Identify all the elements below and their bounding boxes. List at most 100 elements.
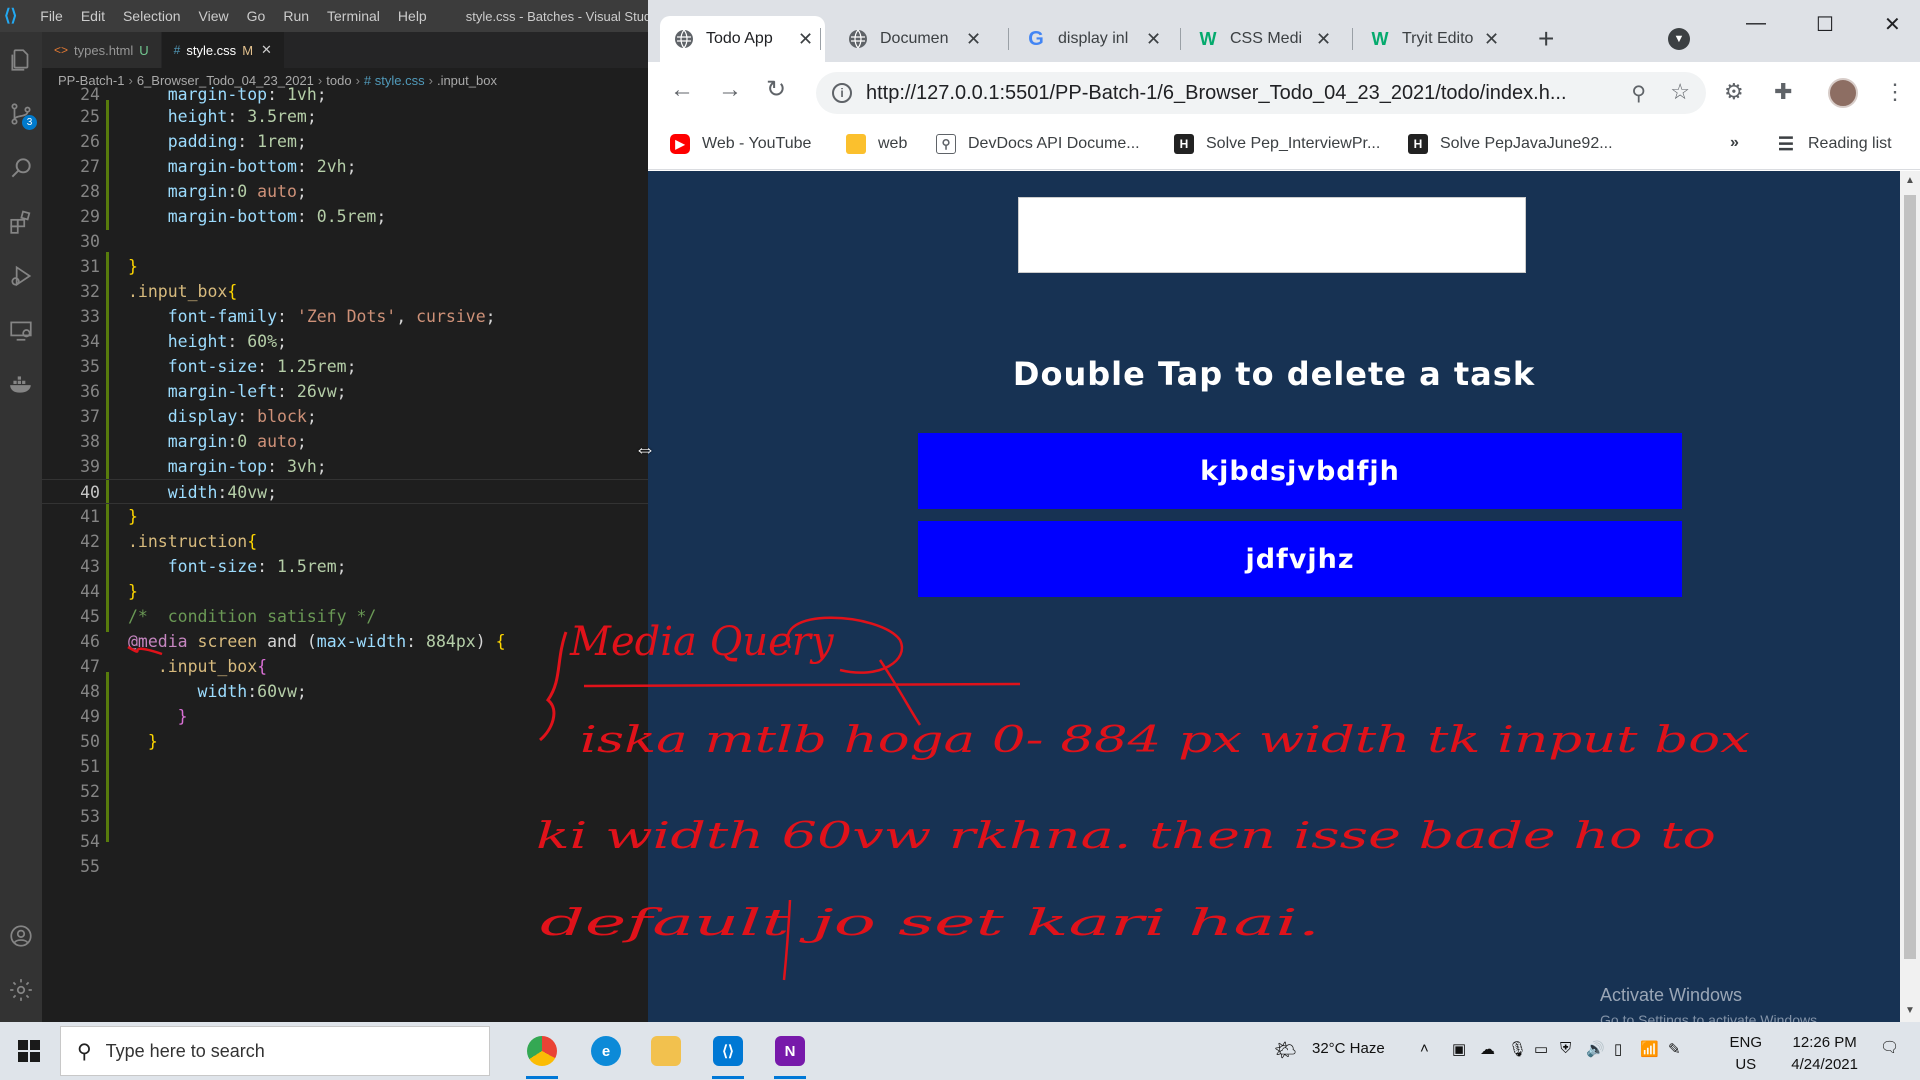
tab-tryit-editor[interactable]: W Tryit Edito ✕ [1356,16,1511,62]
scroll-up-icon[interactable]: ▲ [1905,175,1915,186]
windows-start-icon[interactable] [18,1040,40,1062]
battery-icon[interactable]: ▭ [1534,1040,1548,1058]
microphone-icon[interactable]: 🎙 [1508,1040,1527,1058]
scroll-down-icon[interactable]: ▼ [1905,1005,1915,1016]
pen-icon[interactable]: ✎ [1668,1040,1681,1058]
close-tab-icon[interactable]: ✕ [1146,29,1161,50]
close-tab-icon[interactable]: ✕ [966,29,981,50]
source-control-icon[interactable]: 3 [5,98,37,130]
profile-avatar[interactable] [1828,78,1858,108]
taskbar-chrome[interactable] [520,1029,564,1079]
menu-file[interactable]: File [31,8,72,24]
instruction-heading: Double Tap to delete a task [1012,355,1536,393]
run-debug-icon[interactable] [5,260,37,292]
tab-display-inline[interactable]: G display inl ✕ [1012,16,1173,62]
hackerrank-icon: H [1174,134,1194,154]
menu-terminal[interactable]: Terminal [318,8,389,24]
scrollbar-thumb[interactable] [1904,195,1916,959]
site-info-icon[interactable]: i [832,83,852,103]
tray-app-icon[interactable]: ▣ [1452,1040,1466,1058]
taskbar-vscode[interactable]: ⟨⟩ [706,1029,750,1079]
devdocs-icon: ⚲ [936,134,956,154]
weather-icon: 🌤 [1274,1040,1297,1060]
close-tab-icon[interactable]: ✕ [1484,29,1499,50]
search-icon: ⚲ [77,1040,92,1063]
more-bookmarks-button[interactable]: » [1730,134,1739,152]
bookmark-java[interactable]: H Solve PepJavaJune92... [1408,134,1613,154]
volume-icon[interactable]: 🔊 [1586,1040,1605,1058]
bookmark-label: Solve Pep_InterviewPr... [1206,135,1381,152]
settings-gear-icon[interactable] [5,974,37,1006]
bookmark-interview[interactable]: H Solve Pep_InterviewPr... [1174,134,1380,154]
tab-types-html[interactable]: <> types.html U [42,32,162,68]
account-icon[interactable] [5,920,37,952]
network-icon[interactable]: 📶 [1640,1040,1659,1058]
url-text[interactable]: http://127.0.0.1:5501/PP-Batch-1/6_Brows… [866,82,1596,105]
reload-icon[interactable]: ↻ [766,78,786,102]
bookmark-devdocs[interactable]: ⚲ DevDocs API Docume... [936,134,1140,154]
current-line-number: 40 [80,483,100,502]
page-scrollbar[interactable]: ▲ ▼ [1900,171,1920,1022]
bookmark-star-icon[interactable]: ☆ [1670,79,1690,105]
new-tab-button[interactable]: + [1538,24,1554,54]
menu-run[interactable]: Run [274,8,318,24]
chrome-menu-icon[interactable]: ⋮ [1884,80,1906,104]
close-tab-icon[interactable]: ✕ [1316,29,1331,50]
taskbar-onenote[interactable]: N [768,1029,812,1079]
tab-documentation[interactable]: Documen ✕ [834,16,993,62]
taskbar-edge[interactable]: e [584,1029,628,1073]
menu-go[interactable]: Go [238,8,275,24]
notifications-icon[interactable]: 🗨 [1880,1038,1899,1056]
extensions-icon[interactable] [5,206,37,238]
menu-help[interactable]: Help [389,8,436,24]
reading-list-button[interactable]: ☰ Reading list [1776,134,1892,154]
close-tab-icon[interactable]: ✕ [798,29,813,50]
tab-title: Todo App [706,30,773,47]
bookmarks-bar: ▶ Web - YouTube web ⚲ DevDocs API Docume… [648,122,1920,170]
task-item[interactable]: kjbdsjvbdfjh [918,433,1682,509]
menu-edit[interactable]: Edit [72,8,114,24]
onenote-icon: N [775,1036,805,1066]
forward-icon[interactable]: → [718,78,742,102]
onedrive-icon[interactable]: ☁ [1480,1040,1495,1058]
tab-css-media[interactable]: W CSS Medi ✕ [1184,16,1343,62]
minimize-icon[interactable]: — [1746,12,1766,35]
defender-icon[interactable]: ⛨ [1560,1040,1571,1057]
language-indicator[interactable]: ENG US [1729,1032,1762,1076]
tab-style-css[interactable]: # style.css M ✕ [161,32,285,68]
extension-gear-icon[interactable]: ⚙ [1724,80,1744,104]
back-icon[interactable]: ← [670,78,694,102]
usb-icon[interactable]: ▯ [1614,1040,1622,1058]
tab-todo-app[interactable]: Todo App ✕ [660,16,826,62]
tab-label: style.css [186,42,237,58]
taskbar-explorer[interactable] [644,1029,688,1073]
bookmark-web-folder[interactable]: web [846,134,907,154]
address-bar[interactable]: i http://127.0.0.1:5501/PP-Batch-1/6_Bro… [816,72,1706,114]
menu-selection[interactable]: Selection [114,8,190,24]
remote-explorer-icon[interactable] [5,314,37,346]
tab-search-icon[interactable]: ▼ [1668,28,1690,50]
clock[interactable]: 12:26 PM 4/24/2021 [1791,1032,1858,1076]
task-item[interactable]: jdfvjhz [918,521,1682,597]
close-window-icon[interactable]: ✕ [1884,12,1901,37]
extensions-puzzle-icon[interactable]: ✚ [1774,80,1792,104]
docker-icon[interactable] [5,368,37,400]
explorer-icon[interactable] [5,44,37,76]
tray-overflow-icon[interactable]: ˄ [1420,1040,1429,1057]
zoom-icon[interactable]: ⚲ [1631,81,1646,106]
todo-input[interactable] [1018,197,1526,273]
w3schools-icon: W [1371,28,1389,49]
menu-view[interactable]: View [190,8,238,24]
system-tray: 🌤 32°C Haze ˄ ▣ ☁ 🎙 ▭ ⛨ 🔊 ▯ 📶 ✎ ENG US 1… [1260,1022,1920,1080]
taskbar-search[interactable]: ⚲ Type here to search [60,1026,490,1076]
close-tab-icon[interactable]: ✕ [261,42,272,58]
weather-text[interactable]: 32°C Haze [1312,1040,1385,1057]
code-editor[interactable]: 24 margin-top: 1vh; 25 height: 3.5rem; 2… [42,85,648,1022]
chrome-window: Todo App ✕ Documen ✕ G display inl ✕ W C… [648,0,1920,1022]
html-file-icon: <> [54,43,69,57]
tab-strip: Todo App ✕ Documen ✕ G display inl ✕ W C… [648,0,1920,62]
search-icon[interactable] [5,152,37,184]
maximize-icon[interactable]: ☐ [1816,12,1834,37]
bookmark-youtube[interactable]: ▶ Web - YouTube [670,134,811,154]
vscode-window-title: style.css - Batches - Visual Studio Co [465,8,648,24]
